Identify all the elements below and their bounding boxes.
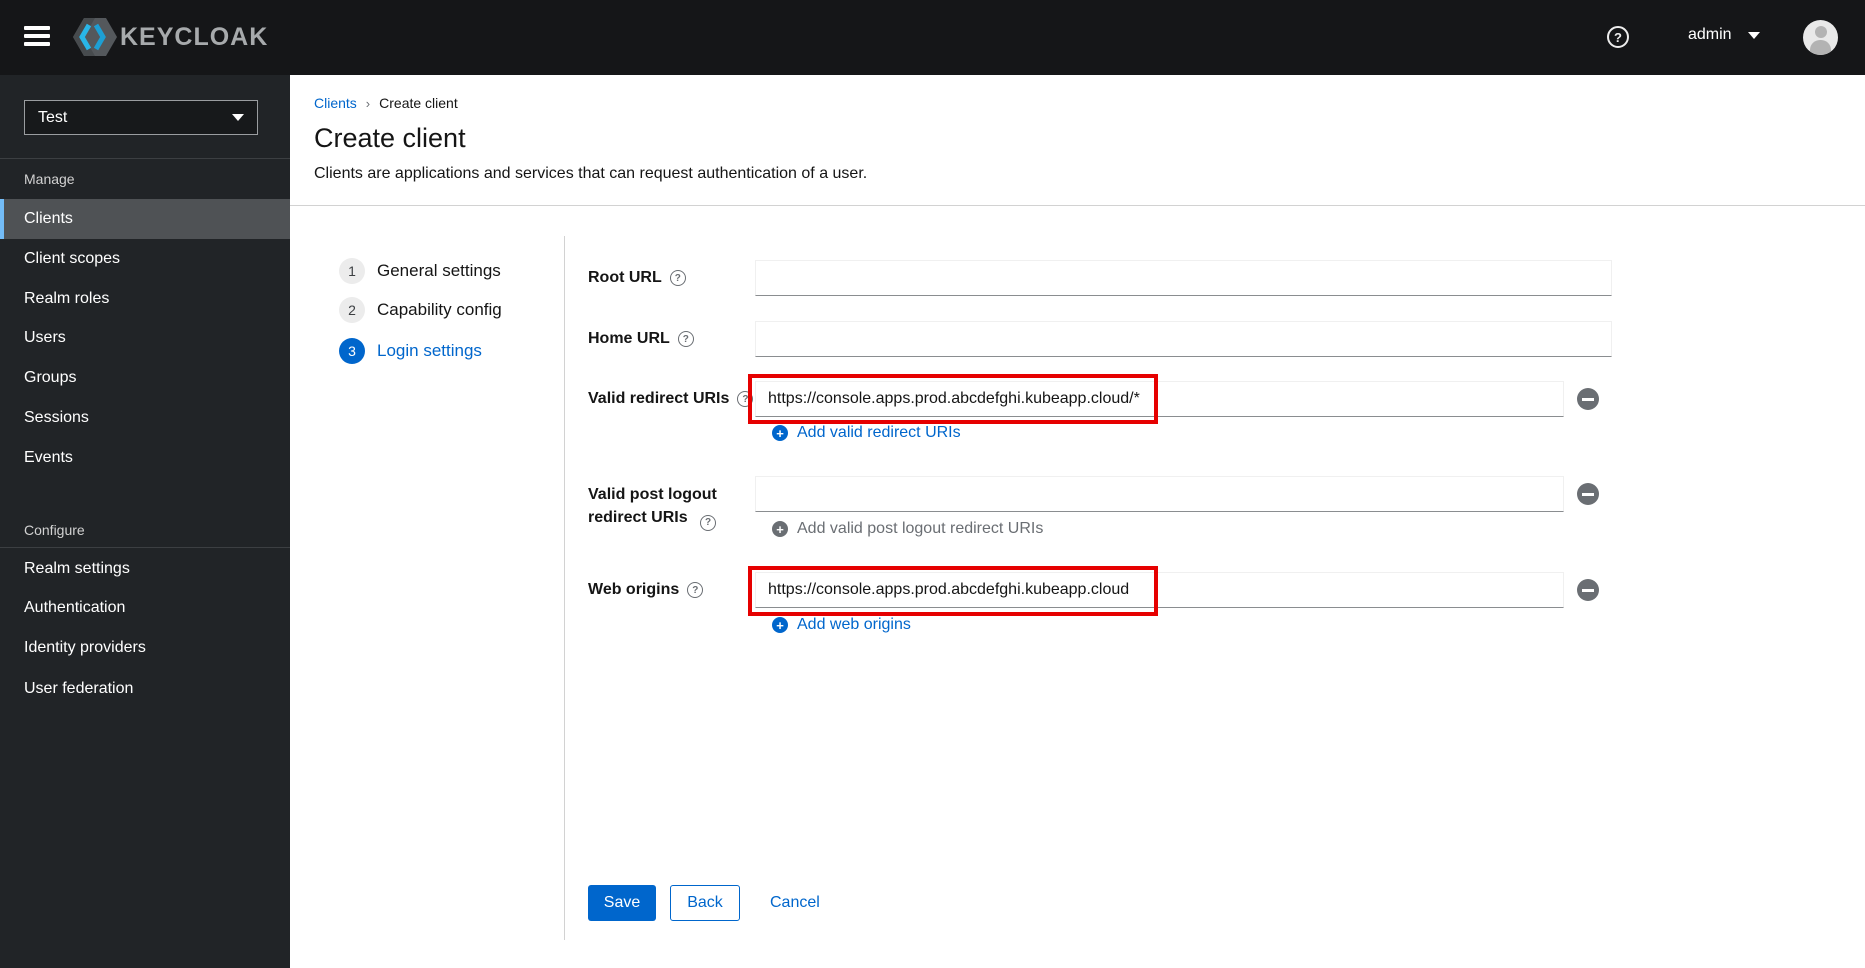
question-circle-icon[interactable]: ? — [669, 270, 686, 286]
valid-post-logout-redirect-uris-input[interactable] — [755, 476, 1564, 512]
root-url-label: Root URL ? — [588, 260, 686, 296]
wizard-step-general-settings[interactable]: 1 General settings — [339, 258, 501, 284]
page-title: Create client — [314, 123, 466, 153]
sidebar-item-sessions[interactable]: Sessions — [0, 398, 290, 438]
brand-text: KEYCLOAK — [120, 22, 269, 51]
avatar[interactable] — [1803, 20, 1838, 55]
wizard-step-login-settings[interactable]: 3 Login settings — [339, 338, 482, 364]
breadcrumb-separator-icon: › — [365, 95, 371, 111]
chevron-down-icon — [1747, 31, 1760, 39]
user-menu[interactable]: admin — [1688, 26, 1760, 44]
sidebar-item-user-federation[interactable]: User federation — [0, 669, 290, 709]
sidebar: Test Manage Clients Client scopes Realm … — [0, 75, 290, 968]
sidebar-item-client-scopes[interactable]: Client scopes — [0, 239, 290, 279]
cancel-button[interactable]: Cancel — [770, 885, 820, 921]
back-button[interactable]: Back — [670, 885, 740, 921]
breadcrumb-clients-link[interactable]: Clients — [314, 95, 357, 111]
realm-selector[interactable]: Test — [24, 100, 258, 135]
sidebar-item-realm-settings[interactable]: Realm settings — [0, 549, 290, 589]
root-url-input[interactable] — [755, 260, 1612, 296]
remove-post-logout-uri-button[interactable] — [1577, 483, 1599, 505]
valid-post-logout-redirect-uris-label: Valid post logout redirect URIs ? — [588, 483, 756, 531]
keycloak-logo: KEYCLOAK — [72, 16, 268, 58]
main-content: Clients › Create client Create client Cl… — [290, 75, 1865, 968]
wizard-divider — [564, 236, 565, 940]
sidebar-divider — [0, 158, 290, 159]
add-web-origins-link[interactable]: + Add web origins — [772, 615, 911, 635]
wizard-step-capability-config[interactable]: 2 Capability config — [339, 297, 502, 323]
remove-web-origin-button[interactable] — [1577, 579, 1599, 601]
step-number: 1 — [339, 258, 365, 284]
web-origins-input[interactable] — [755, 572, 1564, 608]
home-url-label: Home URL ? — [588, 321, 694, 357]
plus-circle-icon: + — [772, 425, 788, 441]
username-label: admin — [1688, 26, 1732, 43]
remove-redirect-uri-button[interactable] — [1577, 388, 1599, 410]
home-url-input[interactable] — [755, 321, 1612, 357]
chevron-down-icon — [232, 114, 244, 121]
hamburger-menu-icon[interactable] — [24, 26, 50, 48]
sidebar-item-groups[interactable]: Groups — [0, 358, 290, 398]
add-valid-post-logout-redirect-uris-link[interactable]: + Add valid post logout redirect URIs — [772, 519, 1043, 539]
question-circle-icon[interactable]: ? — [737, 391, 754, 407]
breadcrumb-current: Create client — [379, 95, 458, 111]
sidebar-item-events[interactable]: Events — [0, 438, 290, 478]
sidebar-item-authentication[interactable]: Authentication — [0, 588, 290, 628]
plus-circle-icon: + — [772, 617, 788, 633]
save-button[interactable]: Save — [588, 885, 656, 921]
sidebar-item-clients[interactable]: Clients — [0, 199, 290, 239]
top-bar: KEYCLOAK ? admin — [0, 0, 1865, 75]
web-origins-label: Web origins ? — [588, 572, 704, 608]
sidebar-item-users[interactable]: Users — [0, 318, 290, 358]
plus-circle-icon: + — [772, 521, 788, 537]
sidebar-divider — [0, 547, 290, 548]
breadcrumb: Clients › Create client — [314, 95, 458, 111]
page-subtitle: Clients are applications and services th… — [314, 165, 868, 182]
sidebar-item-identity-providers[interactable]: Identity providers — [0, 628, 290, 668]
realm-selector-value: Test — [38, 108, 68, 126]
keycloak-admin-console: KEYCLOAK ? admin Test Manage Clients Cli… — [0, 0, 1865, 968]
step-number: 3 — [339, 338, 365, 364]
step-number: 2 — [339, 297, 365, 323]
question-circle-icon[interactable]: ? — [687, 582, 704, 598]
valid-redirect-uris-label: Valid redirect URIs ? — [588, 381, 754, 417]
nav-section-manage: Manage — [24, 171, 75, 187]
valid-redirect-uris-input[interactable] — [755, 381, 1564, 417]
question-circle-icon[interactable]: ? — [700, 514, 717, 531]
keycloak-hexagon-icon — [73, 18, 117, 56]
nav-section-configure: Configure — [24, 522, 85, 538]
sidebar-item-realm-roles[interactable]: Realm roles — [0, 279, 290, 319]
header-divider — [290, 205, 1865, 206]
question-circle-icon[interactable]: ? — [677, 331, 694, 347]
add-valid-redirect-uris-link[interactable]: + Add valid redirect URIs — [772, 423, 961, 443]
help-icon[interactable]: ? — [1607, 26, 1629, 48]
